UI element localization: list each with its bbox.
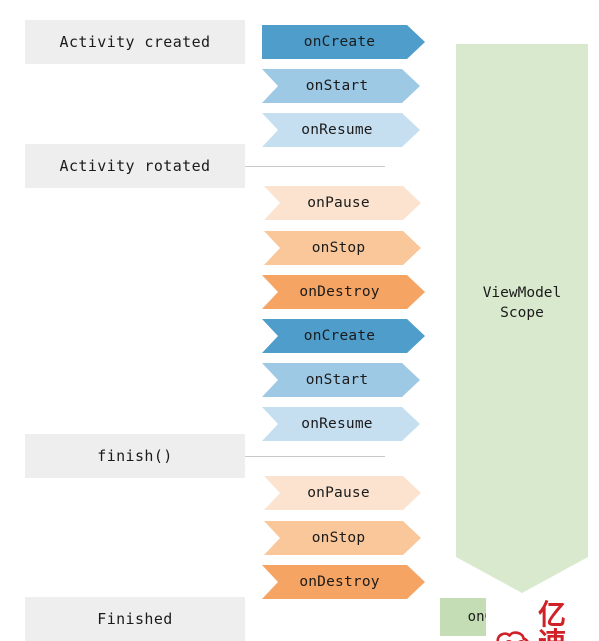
event-label-text: finish() [97,447,173,465]
callback-label: onStop [311,240,366,256]
callback-chevron-onResume-1: onResume [262,113,420,147]
callback-label: onCreate [303,328,376,344]
watermark: 亿速云 [486,597,599,641]
event-label-finish: finish() [25,434,245,478]
callback-label: onStart [305,78,369,94]
callback-label: onCreate [303,34,376,50]
callback-label: onDestroy [299,574,380,590]
callback-label: onStop [311,530,366,546]
callback-chevron-onDestroy-1: onDestroy [262,275,425,309]
callback-chevron-onPause-1: onPause [264,186,421,220]
callback-label: onStart [305,372,369,388]
callback-chevron-onStart-1: onStart [262,69,420,103]
callback-chevron-onStop-2: onStop [264,521,421,555]
viewmodel-scope-label: ViewModel Scope [482,284,562,321]
callback-chevron-onCreate-1: onCreate [262,25,425,59]
cloud-spiral-logo-icon [492,626,532,641]
event-label-text: Activity rotated [59,157,211,175]
event-label-finished: Finished [25,597,245,641]
event-label-text: Finished [97,610,173,628]
callback-label: onPause [307,195,370,211]
callback-chevron-onCreate-2: onCreate [262,319,425,353]
viewmodel-scope-band: ViewModel Scope [456,44,588,593]
watermark-text: 亿速云 [538,598,568,641]
callback-label: onResume [301,122,373,138]
event-label-activity-rotated: Activity rotated [25,144,245,188]
event-label-text: Activity created [59,33,211,51]
lifecycle-diagram: Activity created Activity rotated finish… [0,0,599,641]
callback-chevron-onPause-2: onPause [264,476,421,510]
callback-chevron-onResume-2: onResume [262,407,420,441]
callback-chevron-onDestroy-2: onDestroy [262,565,425,599]
connector-activity-rotated [245,166,385,167]
callback-label: onDestroy [299,284,380,300]
callback-chevron-onStop-1: onStop [264,231,421,265]
callback-chevron-onStart-2: onStart [262,363,420,397]
callback-label: onPause [307,485,370,501]
event-label-activity-created: Activity created [25,20,245,64]
callback-label: onResume [301,416,373,432]
connector-finish [245,456,385,457]
